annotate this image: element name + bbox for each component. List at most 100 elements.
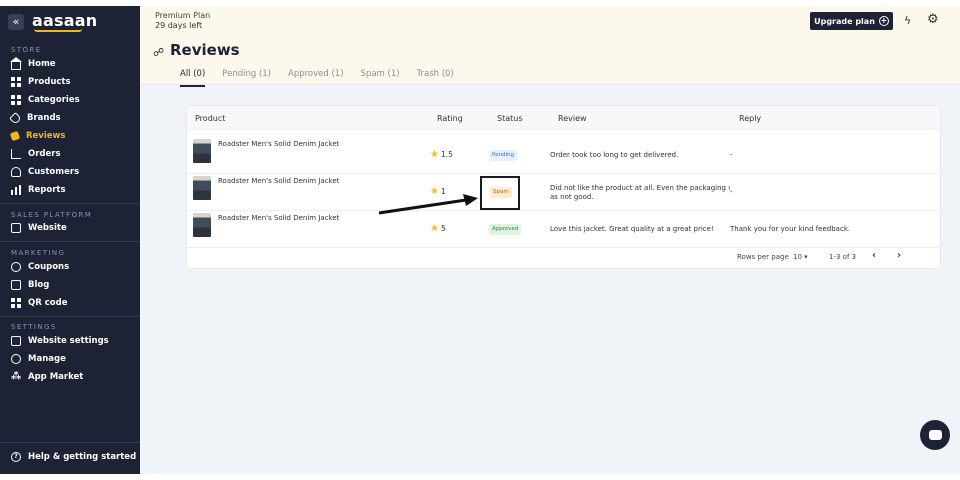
lightning-icon[interactable]: ϟ [904,14,911,27]
sidebar-item-label: Brands [27,113,61,123]
column-header-reply: Reply [739,114,762,123]
table-header: Product Rating Status Review Reply [187,106,940,130]
settings-gear-icon[interactable]: ⚙ [927,12,939,27]
tab-trash[interactable]: Trash (0) [417,69,454,84]
sidebar-item-label: Blog [28,280,50,290]
sidebar-item-label: Reports [28,185,66,195]
help-icon: ? [11,452,21,462]
app-frame: « aasaan STORE Home Products Categories … [0,6,960,474]
status-badge[interactable]: Pending [489,150,517,161]
gear-icon [11,354,21,364]
sidebar-item-customers[interactable]: Customers [11,165,79,179]
product-thumbnail [193,213,211,237]
cart-icon [11,149,21,159]
sidebar-divider [0,203,140,204]
sidebar-item-label: Website [28,223,67,233]
column-header-rating: Rating [437,114,463,123]
status-badge[interactable]: Approved [489,224,522,235]
reply-text: - [730,188,733,196]
brand-logo[interactable]: aasaan [32,11,97,30]
bar-chart-icon [11,185,21,195]
rows-per-page-label: Rows per page [737,253,789,261]
reply-text: - [730,151,733,159]
upgrade-plan-button[interactable]: Upgrade plan + [810,12,893,30]
rating-value: 1.5 [440,150,453,159]
tag-icon [9,111,22,125]
sidebar-item-reviews[interactable]: Reviews [9,129,66,143]
table-row[interactable]: Roadster Men's Solid Denim Jacket ★ 1.5 P… [187,137,940,174]
sidebar-item-website[interactable]: Website [11,221,67,235]
chat-support-button[interactable] [920,420,950,450]
sidebar-item-blog[interactable]: Blog [11,278,49,292]
categories-icon [11,95,21,105]
app-market-icon: ⁂ [11,371,22,382]
table-row[interactable]: Roadster Men's Solid Denim Jacket ★ 5 App… [187,211,940,248]
coupon-icon [11,262,21,272]
sidebar-item-label: Orders [28,149,61,159]
sidebar-item-website-settings[interactable]: Website settings [11,334,109,348]
sidebar-item-brands[interactable]: Brands [9,111,61,125]
caret-down-icon: ▾ [804,253,808,261]
plus-circle-icon: + [878,16,889,26]
tab-approved[interactable]: Approved (1) [288,69,344,84]
sidebar-item-label: Website settings [28,336,109,346]
pagination-range: 1-3 of 3 [829,253,857,261]
collapse-sidebar-icon[interactable]: « [8,14,24,30]
qr-code-icon [11,298,21,308]
sidebar-item-label: Coupons [28,262,70,272]
tab-spam[interactable]: Spam (1) [361,69,400,84]
sidebar-item-label: Products [28,77,71,87]
review-text-continued: as not good. [550,193,594,201]
sidebar-divider [0,442,140,443]
rows-per-page-value: 10 [793,253,802,261]
sidebar-item-label: Reviews [26,131,66,141]
product-thumbnail [193,176,211,200]
next-page-icon[interactable]: › [897,250,901,261]
reviews-table: Product Rating Status Review Reply Roads… [187,106,940,268]
product-name: Roadster Men's Solid Denim Jacket [218,214,340,222]
sidebar-item-orders[interactable]: Orders [11,147,61,161]
sidebar-item-manage[interactable]: Manage [11,352,66,366]
tab-all[interactable]: All (0) [180,69,206,87]
review-text: Love this jacket. Great quality at a gre… [550,225,714,233]
previous-page-icon[interactable]: ‹ [872,250,876,261]
section-label-store: STORE [11,46,42,54]
tab-pending[interactable]: Pending (1) [222,69,271,84]
upgrade-plan-label: Upgrade plan [814,16,875,26]
sidebar-item-home[interactable]: Home [10,57,56,71]
star-icon: ★ [430,223,439,234]
section-label-marketing: MARKETING [11,249,66,257]
review-tabs: All (0) Pending (1) Approved (1) Spam (1… [180,69,454,87]
user-icon [11,167,21,177]
plan-name: Premium Plan [155,11,211,20]
sidebar-item-coupons[interactable]: Coupons [11,260,69,274]
sidebar-item-categories[interactable]: Categories [11,93,80,107]
sidebar-divider [0,316,140,317]
product-thumbnail [193,139,211,163]
rows-per-page-select[interactable]: 10 ▾ [793,253,808,261]
sidebar-item-products[interactable]: Products [11,75,71,89]
top-banner: Premium Plan 29 days left Upgrade plan +… [140,6,960,87]
website-settings-icon [11,336,21,346]
table-row[interactable]: Roadster Men's Solid Denim Jacket ★ 1 Spa… [187,174,940,211]
rating: ★ 5 [430,223,446,234]
products-icon [11,77,21,87]
sidebar-item-reports[interactable]: Reports [11,183,66,197]
annotation-highlight-box [480,176,520,210]
product-name: Roadster Men's Solid Denim Jacket [218,177,340,185]
reviews-icon [9,130,21,142]
review-text: Did not like the product at all. Even th… [550,184,730,192]
chat-bubble-icon [928,430,942,440]
sidebar-item-app-market[interactable]: ⁂ App Market [11,370,83,384]
sidebar-item-label: Categories [28,95,80,105]
reviews-title-icon: ☍ [153,46,165,59]
column-header-status: Status [497,114,523,123]
section-label-sales-platform: SALES PLATFORM [11,211,93,219]
reply-text: Thank you for your kind feedback. [730,225,851,233]
star-icon: ★ [430,149,439,160]
sidebar-item-label: QR code [28,298,68,308]
sidebar-divider [0,241,140,242]
section-label-settings: SETTINGS [11,323,57,331]
help-link[interactable]: ? Help & getting started [11,452,136,462]
sidebar-item-qr-code[interactable]: QR code [11,296,67,310]
